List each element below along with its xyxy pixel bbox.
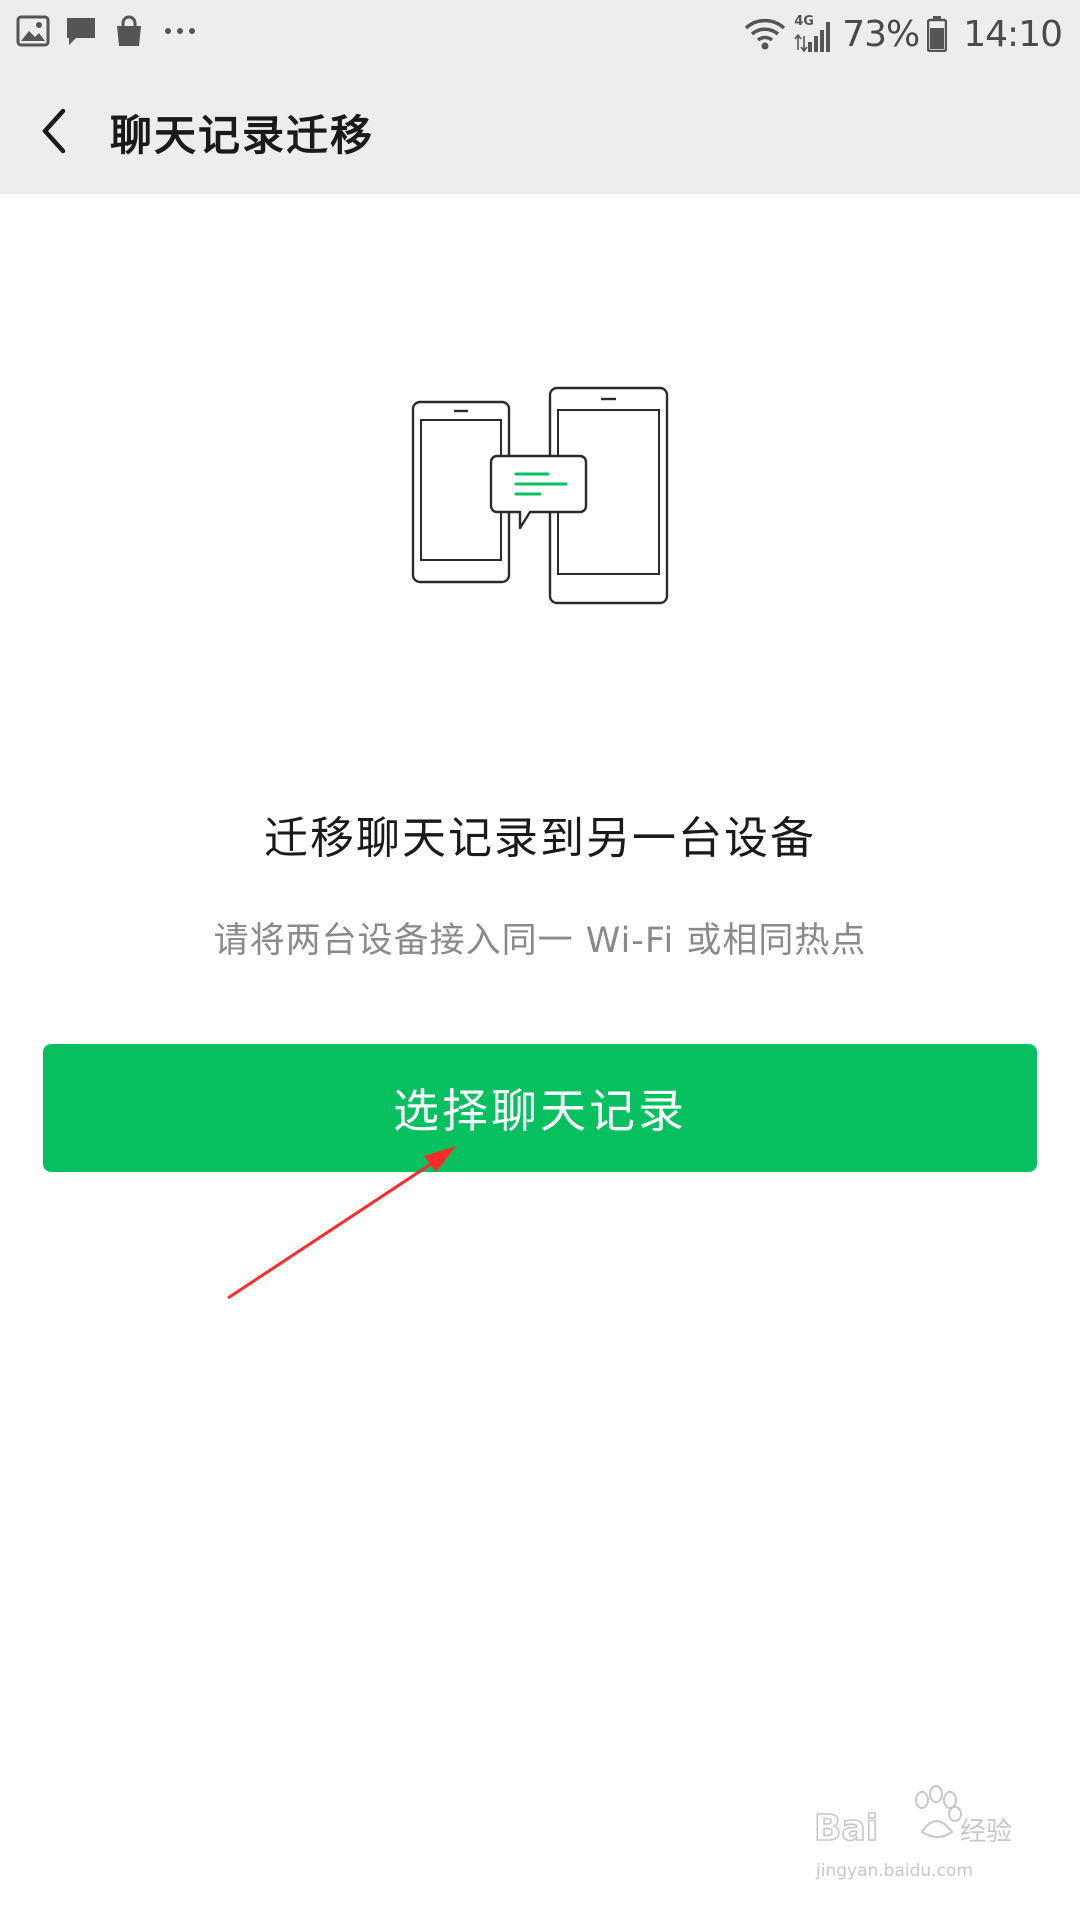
more-icon xyxy=(165,28,195,34)
title-bar: 聊天记录迁移 xyxy=(0,66,1080,194)
svg-text:Bai: Bai xyxy=(814,1808,878,1849)
message-icon xyxy=(67,18,95,45)
status-bar: 4G 73% 14:10 xyxy=(0,0,1080,66)
back-button[interactable] xyxy=(20,96,90,166)
shopping-bag-icon xyxy=(117,15,141,46)
main-heading: 迁移聊天记录到另一台设备 xyxy=(264,813,816,864)
screen: 4G 73% 14:10 聊天记录迁移 迁移聊天记录到另一台设备 请将两台设备接… xyxy=(0,0,1080,1920)
page-title: 聊天记录迁移 xyxy=(110,111,375,160)
two-phones-chat-transfer-icon xyxy=(411,386,669,605)
battery-icon xyxy=(927,16,948,52)
gallery-icon xyxy=(16,15,50,47)
svg-text:jingyan.baidu.com: jingyan.baidu.com xyxy=(815,1861,973,1881)
clock: 14:10 xyxy=(963,13,1063,55)
wifi-icon xyxy=(745,18,786,50)
instruction-text: 请将两台设备接入同一 Wi-Fi 或相同热点 xyxy=(213,921,867,961)
signal-bars-icon xyxy=(794,22,831,53)
status-bar-notifications xyxy=(16,14,200,48)
svg-text:经验: 经验 xyxy=(960,1817,1012,1847)
status-bar-system: 4G 73% 14:10 xyxy=(744,8,1063,60)
mobile-signal: 4G xyxy=(794,14,832,54)
chevron-left-icon xyxy=(42,108,66,154)
select-chat-history-button[interactable]: 选择聊天记录 xyxy=(43,1044,1037,1172)
baidu-jingyan-watermark: Bai 经验 jingyan.baidu.com xyxy=(813,1785,1012,1881)
battery-percent: 73% xyxy=(842,13,920,55)
